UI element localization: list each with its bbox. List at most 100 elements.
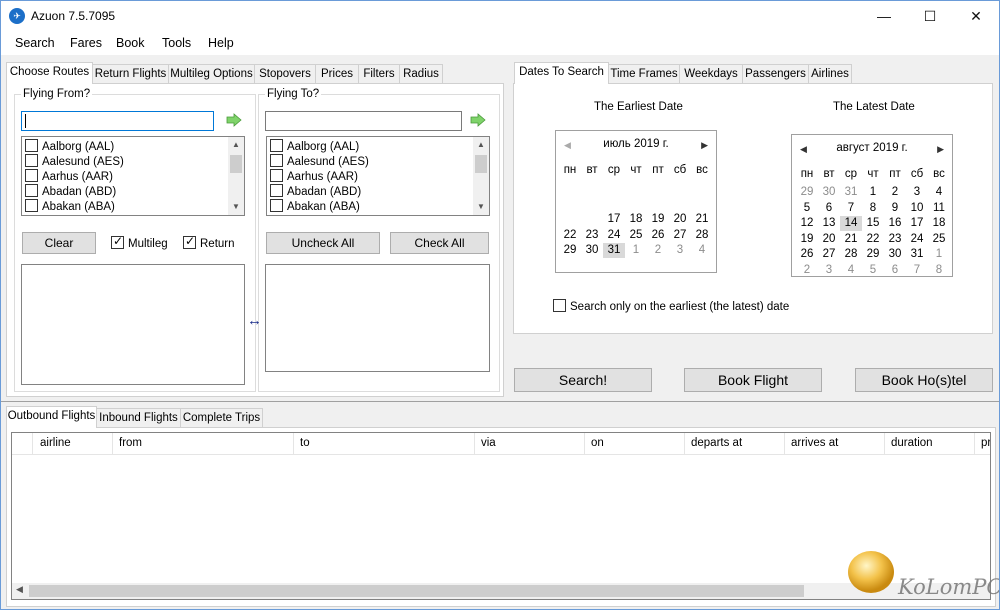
minimize-button[interactable]: —: [861, 1, 907, 31]
tab-dates-to-search[interactable]: Dates To Search: [514, 62, 609, 84]
calendar-day[interactable]: 13: [818, 216, 840, 231]
calendar-day[interactable]: 21: [840, 232, 862, 247]
calendar-day[interactable]: 2: [884, 185, 906, 200]
calendar-day[interactable]: 8: [928, 263, 950, 278]
calendar-day[interactable]: 9: [884, 201, 906, 216]
calendar-day[interactable]: 5: [862, 263, 884, 278]
calendar-day[interactable]: 3: [669, 243, 691, 258]
close-button[interactable]: ✕: [953, 1, 999, 31]
calendar-day[interactable]: 12: [796, 216, 818, 231]
list-item[interactable]: Abadan (ABD): [270, 184, 361, 199]
column-header-duration[interactable]: duration: [885, 433, 975, 454]
add-from-arrow-icon[interactable]: [226, 113, 242, 127]
checkbox[interactable]: [25, 139, 38, 152]
latest-calendar[interactable]: ◀ август 2019 г. ▶ пн вт ср чт пт сб вс 29 30 31 1…: [791, 134, 953, 277]
checkbox[interactable]: [25, 199, 38, 212]
clear-button[interactable]: Clear: [22, 232, 96, 254]
calendar-day[interactable]: 25: [928, 232, 950, 247]
to-list-scrollbar[interactable]: ▲ ▼: [473, 137, 489, 215]
calendar-day[interactable]: 16: [884, 216, 906, 231]
checkbox[interactable]: [270, 139, 283, 152]
flying-to-input[interactable]: [265, 111, 462, 131]
scroll-up-icon[interactable]: ▲: [228, 137, 244, 153]
tab-radius[interactable]: Radius: [399, 64, 443, 84]
calendar-day[interactable]: 31: [906, 247, 928, 262]
checkbox[interactable]: [270, 184, 283, 197]
list-item[interactable]: Abakan (ABA): [270, 199, 360, 214]
check-all-button[interactable]: Check All: [390, 232, 489, 254]
calendar-day[interactable]: 4: [840, 263, 862, 278]
calendar-day[interactable]: 29: [796, 185, 818, 200]
tab-complete-trips[interactable]: Complete Trips: [180, 408, 263, 428]
swap-icon[interactable]: ↔: [247, 312, 262, 329]
from-list-scrollbar[interactable]: ▲ ▼: [228, 137, 244, 215]
checkbox[interactable]: [25, 184, 38, 197]
calendar-day[interactable]: 1: [928, 247, 950, 262]
tab-airlines[interactable]: Airlines: [808, 64, 852, 84]
calendar-day[interactable]: 19: [796, 232, 818, 247]
checkbox[interactable]: [25, 154, 38, 167]
flying-to-list[interactable]: Aalborg (AAL) Aalesund (AES) Aarhus (AAR…: [266, 136, 490, 216]
menu-tools[interactable]: Tools: [162, 36, 191, 50]
calendar-day[interactable]: 10: [906, 201, 928, 216]
calendar-day[interactable]: 29: [559, 243, 581, 258]
flying-from-list[interactable]: Aalborg (AAL) Aalesund (AES) Aarhus (AAR…: [21, 136, 245, 216]
calendar-day[interactable]: 4: [928, 185, 950, 200]
calendar-day[interactable]: 1: [625, 243, 647, 258]
add-to-arrow-icon[interactable]: [470, 113, 486, 127]
menu-help[interactable]: Help: [208, 36, 234, 50]
list-item[interactable]: Aarhus (AAR): [25, 169, 113, 184]
calendar-day[interactable]: 30: [818, 185, 840, 200]
book-flight-button[interactable]: Book Flight: [684, 368, 822, 392]
scroll-thumb[interactable]: [230, 155, 242, 173]
scroll-thumb[interactable]: [29, 585, 804, 597]
tab-stopovers[interactable]: Stopovers: [254, 64, 316, 84]
calendar-day[interactable]: 7: [840, 201, 862, 216]
tab-weekdays[interactable]: Weekdays: [679, 64, 743, 84]
tab-time-frames[interactable]: Time Frames: [608, 64, 680, 84]
calendar-day[interactable]: 21: [691, 212, 713, 227]
tab-choose-routes[interactable]: Choose Routes: [6, 62, 93, 84]
calendar-day[interactable]: 17: [603, 212, 625, 227]
calendar-day[interactable]: 27: [669, 228, 691, 243]
calendar-day[interactable]: 3: [906, 185, 928, 200]
scroll-up-icon[interactable]: ▲: [473, 137, 489, 153]
tab-return-flights[interactable]: Return Flights: [92, 64, 169, 84]
list-item[interactable]: Aalesund (AES): [270, 154, 369, 169]
calendar-day[interactable]: 20: [818, 232, 840, 247]
calendar-day[interactable]: 30: [884, 247, 906, 262]
tab-filters[interactable]: Filters: [358, 64, 400, 84]
calendar-day[interactable]: 23: [581, 228, 603, 243]
calendar-day[interactable]: 1: [862, 185, 884, 200]
earliest-only-checkbox[interactable]: Search only on the earliest (the latest)…: [553, 299, 789, 314]
column-header-from[interactable]: from: [113, 433, 294, 454]
calendar-day[interactable]: 31: [603, 243, 625, 258]
calendar-day[interactable]: 14: [840, 216, 862, 231]
calendar-day[interactable]: 30: [581, 243, 603, 258]
calendar-day[interactable]: 25: [625, 228, 647, 243]
selected-to-list[interactable]: [265, 264, 490, 372]
calendar-day[interactable]: 23: [884, 232, 906, 247]
scroll-left-icon[interactable]: ◀: [16, 584, 23, 595]
calendar-day[interactable]: 17: [906, 216, 928, 231]
calendar-day[interactable]: 18: [928, 216, 950, 231]
calendar-day[interactable]: 3: [818, 263, 840, 278]
list-item[interactable]: Aalborg (AAL): [270, 139, 359, 154]
calendar-day[interactable]: 2: [647, 243, 669, 258]
calendar-day[interactable]: 6: [818, 201, 840, 216]
calendar-day[interactable]: 31: [840, 185, 862, 200]
checkbox[interactable]: [270, 169, 283, 182]
tab-outbound-flights[interactable]: Outbound Flights: [6, 406, 97, 428]
calendar-day[interactable]: 22: [862, 232, 884, 247]
calendar-day[interactable]: 24: [906, 232, 928, 247]
maximize-button[interactable]: ☐: [907, 1, 953, 31]
list-item[interactable]: Abakan (ABA): [25, 199, 115, 214]
calendar-day[interactable]: 7: [906, 263, 928, 278]
tab-multileg-options[interactable]: Multileg Options: [168, 64, 255, 84]
calendar-day[interactable]: 4: [691, 243, 713, 258]
checkbox[interactable]: [553, 299, 566, 312]
checkbox[interactable]: [270, 199, 283, 212]
calendar-day[interactable]: 20: [669, 212, 691, 227]
multileg-checkbox[interactable]: Multileg: [111, 234, 168, 251]
calendar-day[interactable]: 2: [796, 263, 818, 278]
